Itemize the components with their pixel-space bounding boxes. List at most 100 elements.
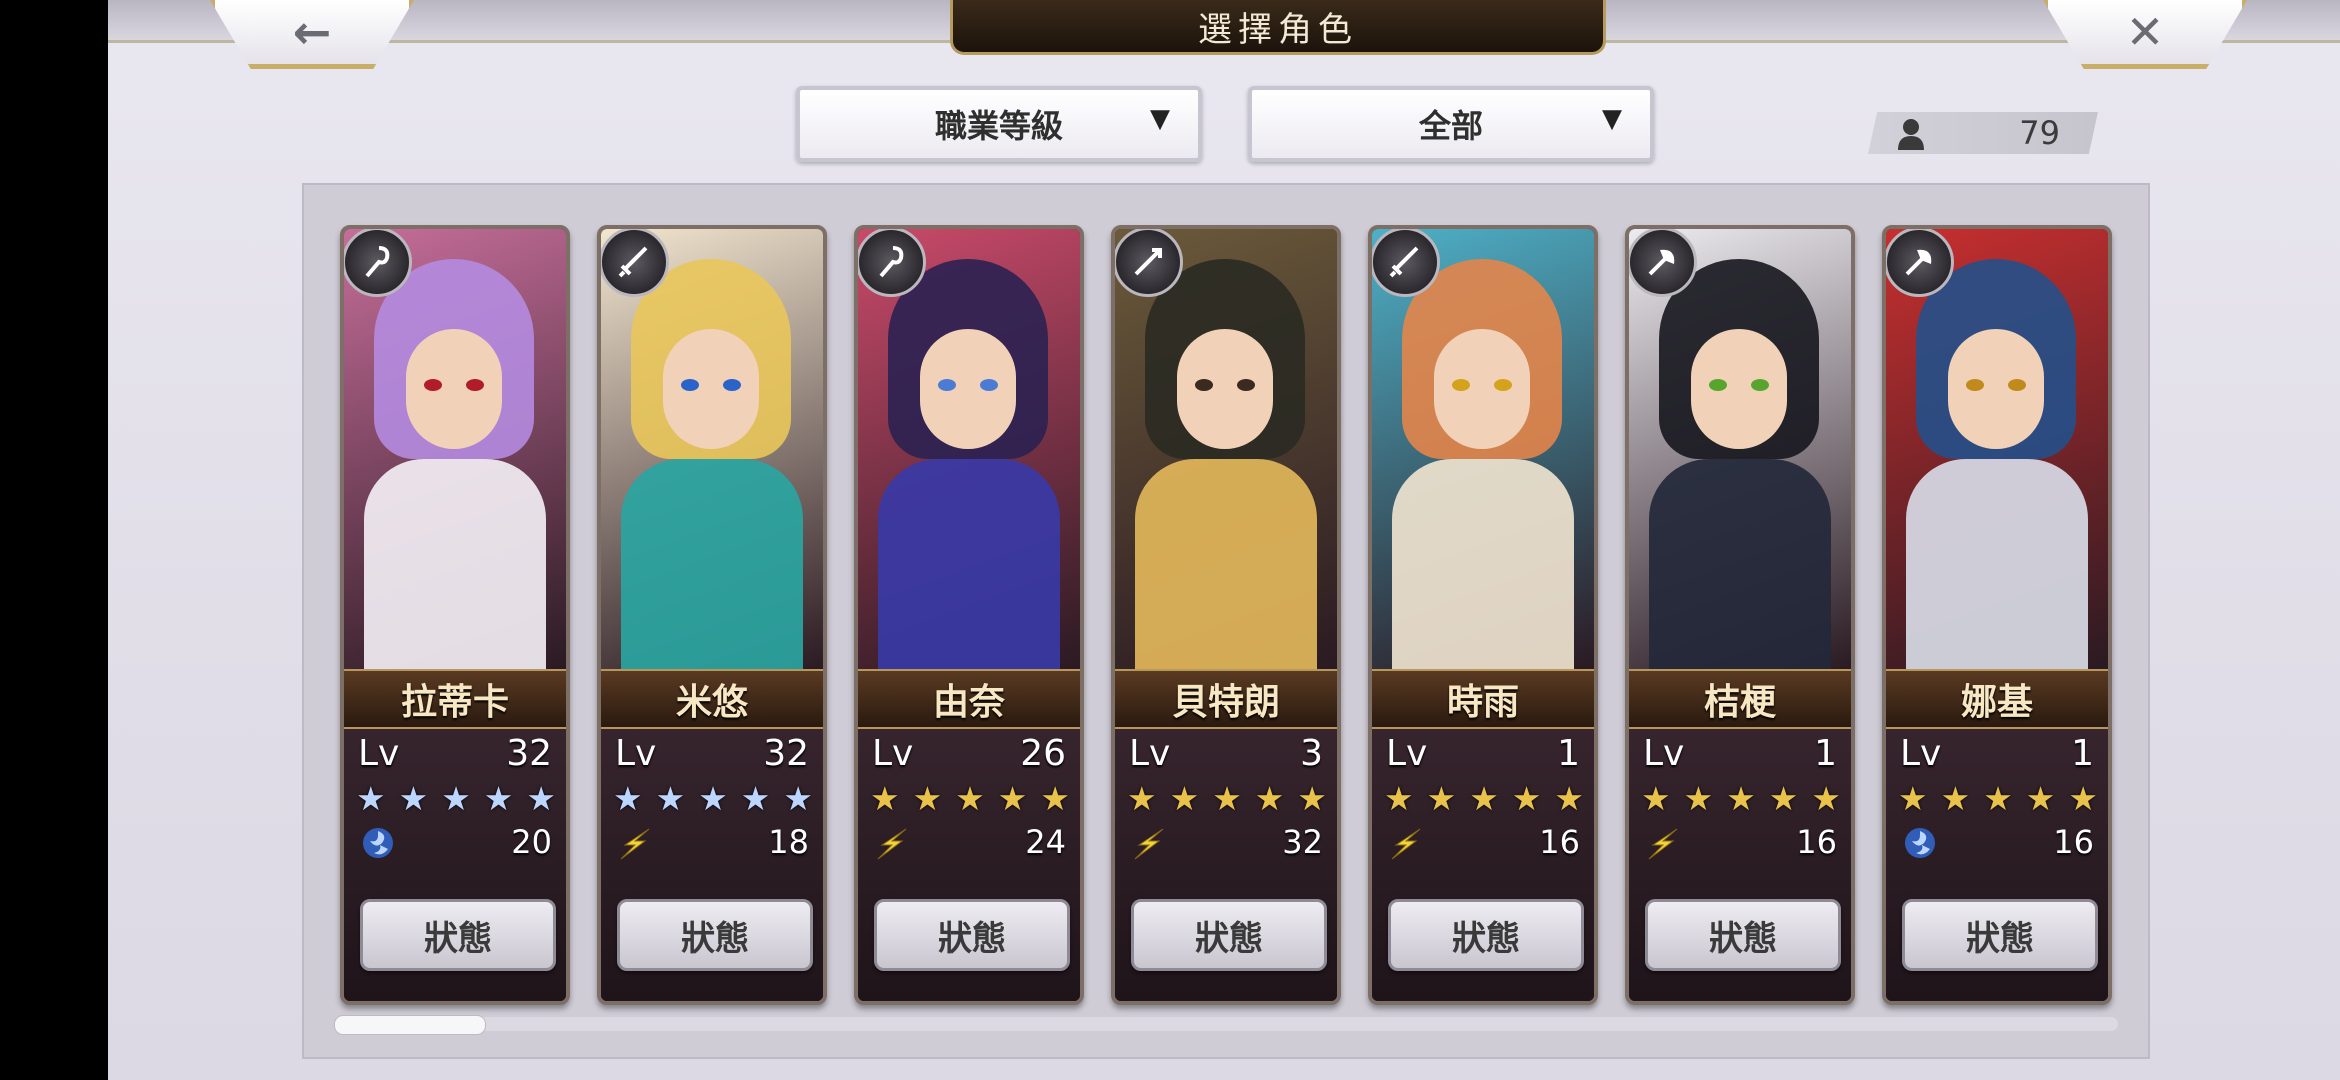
scrollbar-track[interactable]: [334, 1017, 2118, 1031]
level-row: Lv 32: [358, 733, 552, 779]
spear-icon: [1115, 229, 1183, 297]
wind-swirl-icon: [358, 823, 398, 863]
star-icon: ★: [1254, 779, 1285, 818]
character-name: 桔梗: [1629, 669, 1851, 729]
stat-value: 20: [511, 823, 552, 861]
star-icon: ★: [2025, 779, 2056, 818]
status-button[interactable]: 狀態: [874, 899, 1070, 971]
staff-icon: [858, 229, 926, 297]
character-card[interactable]: 米悠 Lv 32 ★ ★ ★ ★ ★ 18 狀態: [597, 225, 827, 1005]
staff-icon: [344, 229, 412, 297]
job-level-dropdown-label: 職業等級: [934, 107, 1063, 145]
character-card[interactable]: 時雨 Lv 1 ★ ★ ★ ★ ★ 16 狀態: [1368, 225, 1598, 1005]
sword-icon: [1372, 229, 1440, 297]
rarity-stars: ★ ★ ★ ★ ★: [356, 781, 556, 817]
level-value: 3: [1300, 733, 1323, 774]
star-icon: ★: [1469, 779, 1499, 818]
stat-value: 16: [1539, 823, 1580, 861]
rarity-stars: ★ ★ ★ ★ ★: [1641, 781, 1841, 817]
user-icon: [1898, 119, 1924, 150]
lightning-wing-icon: [1643, 823, 1683, 863]
level-value: 26: [1020, 733, 1066, 774]
star-icon: ★: [1384, 779, 1414, 818]
star-icon: ★: [740, 779, 771, 818]
character-card[interactable]: 桔梗 Lv 1 ★ ★ ★ ★ ★ 16 狀態: [1625, 225, 1855, 1005]
character-card[interactable]: 由奈 Lv 26 ★ ★ ★ ★ ★ 24 狀態: [854, 225, 1084, 1005]
rarity-stars: ★ ★ ★ ★ ★: [613, 781, 813, 817]
level-value: 1: [1557, 733, 1580, 774]
star-icon: ★: [441, 779, 471, 818]
character-name: 娜基: [1886, 669, 2108, 729]
level-label: Lv: [1643, 733, 1685, 774]
status-button[interactable]: 狀態: [1645, 899, 1841, 971]
star-icon: ★: [1511, 779, 1542, 818]
category-dropdown[interactable]: 全部 ▼: [1248, 86, 1654, 162]
star-icon: ★: [2068, 779, 2098, 818]
status-button[interactable]: 狀態: [360, 899, 556, 971]
star-icon: ★: [1426, 779, 1457, 818]
star-icon: ★: [526, 779, 556, 818]
wind-swirl-icon: [1900, 823, 1940, 863]
level-value: 32: [763, 733, 809, 774]
lightning-wing-icon: [872, 823, 912, 863]
arrow-left-icon: ←: [292, 5, 332, 59]
level-row: Lv 1: [1900, 733, 2094, 779]
star-icon: ★: [955, 779, 985, 818]
level-label: Lv: [1386, 733, 1428, 774]
close-button[interactable]: ✕: [2043, 0, 2247, 69]
character-name: 由奈: [858, 669, 1080, 729]
sword-icon: [601, 229, 669, 297]
star-icon: ★: [870, 779, 900, 818]
character-card[interactable]: 娜基 Lv 1 ★ ★ ★ ★ ★ 16 狀態: [1882, 225, 2112, 1005]
stat-row: 16: [1386, 821, 1580, 867]
status-button[interactable]: 狀態: [1902, 899, 2098, 971]
character-list-panel: 拉蒂卡 Lv 32 ★ ★ ★ ★ ★ 20 狀態 米悠 Lv 32 ★ ★ ★ ★ ★ 18 狀態 由奈 Lv 26 ★ ★ ★…: [302, 183, 2150, 1059]
lightning-wing-icon: [1386, 823, 1426, 863]
level-label: Lv: [872, 733, 914, 774]
status-button[interactable]: 狀態: [1388, 899, 1584, 971]
character-name: 米悠: [601, 669, 823, 729]
star-icon: ★: [398, 779, 429, 818]
lightning-wing-icon: [615, 823, 655, 863]
stat-row: 16: [1900, 821, 2094, 867]
level-row: Lv 26: [872, 733, 1066, 779]
character-card[interactable]: 拉蒂卡 Lv 32 ★ ★ ★ ★ ★ 20 狀態: [340, 225, 570, 1005]
star-icon: ★: [356, 779, 386, 818]
character-count-value: 79: [2019, 114, 2060, 152]
axe-icon: [1629, 229, 1697, 297]
character-name: 時雨: [1372, 669, 1594, 729]
level-label: Lv: [1900, 733, 1942, 774]
rarity-stars: ★ ★ ★ ★ ★: [870, 781, 1070, 817]
star-icon: ★: [783, 779, 813, 818]
star-icon: ★: [1983, 779, 2013, 818]
star-icon: ★: [1683, 779, 1714, 818]
level-label: Lv: [358, 733, 400, 774]
character-card[interactable]: 貝特朗 Lv 3 ★ ★ ★ ★ ★ 32 狀態: [1111, 225, 1341, 1005]
star-icon: ★: [912, 779, 943, 818]
scrollbar-thumb[interactable]: [334, 1015, 486, 1035]
stat-value: 18: [768, 823, 809, 861]
status-button[interactable]: 狀態: [617, 899, 813, 971]
close-x-icon: ✕: [2125, 5, 2165, 59]
star-icon: ★: [1554, 779, 1584, 818]
rarity-stars: ★ ★ ★ ★ ★: [1384, 781, 1584, 817]
stat-row: 20: [358, 821, 552, 867]
stat-value: 24: [1025, 823, 1066, 861]
star-icon: ★: [1811, 779, 1841, 818]
stat-value: 16: [1796, 823, 1837, 861]
star-icon: ★: [1768, 779, 1799, 818]
star-icon: ★: [1641, 779, 1671, 818]
stat-row: 32: [1129, 821, 1323, 867]
lightning-wing-icon: [1129, 823, 1169, 863]
level-row: Lv 32: [615, 733, 809, 779]
level-value: 1: [2071, 733, 2094, 774]
level-row: Lv 1: [1386, 733, 1580, 779]
stat-row: 24: [872, 821, 1066, 867]
stat-row: 18: [615, 821, 809, 867]
job-level-dropdown[interactable]: 職業等級 ▼: [796, 86, 1202, 162]
back-button[interactable]: ←: [210, 0, 414, 69]
status-button[interactable]: 狀態: [1131, 899, 1327, 971]
star-icon: ★: [1040, 779, 1070, 818]
character-name: 貝特朗: [1115, 669, 1337, 729]
page-title: 選擇角色: [950, 0, 1606, 55]
